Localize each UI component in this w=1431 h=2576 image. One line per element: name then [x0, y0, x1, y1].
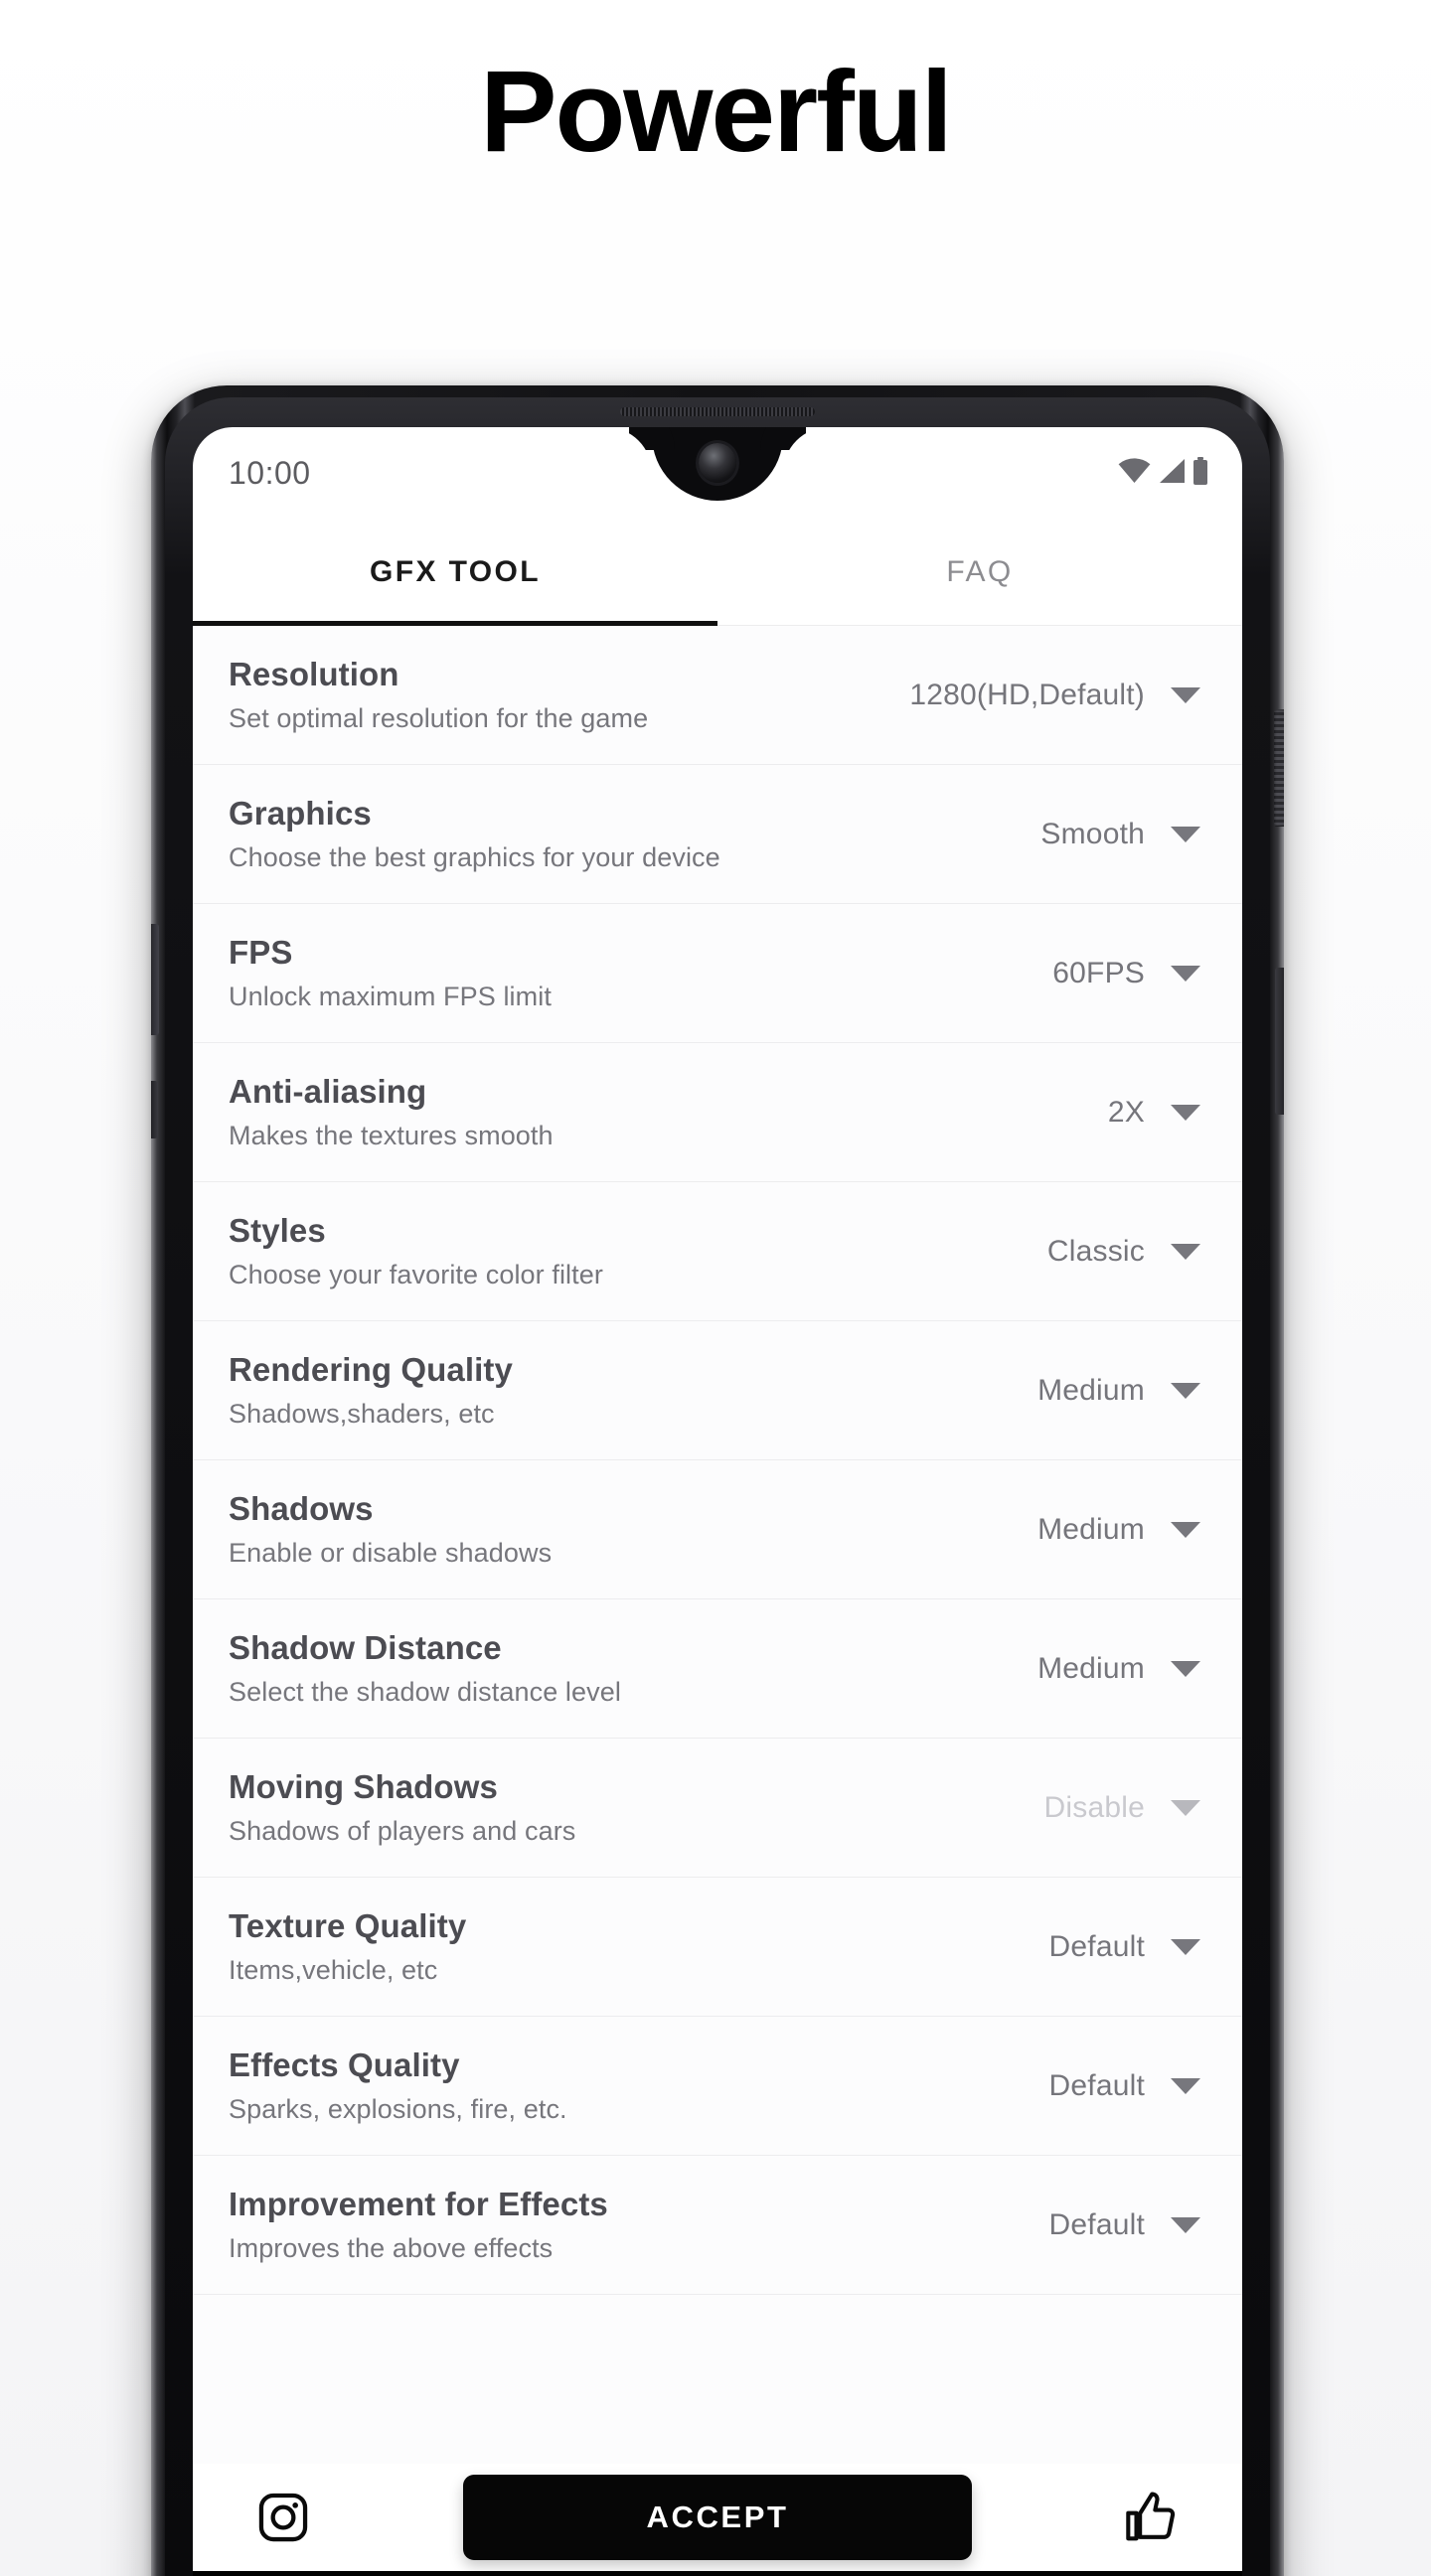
power-button[interactable]	[1274, 709, 1284, 827]
setting-subtitle: Improves the above effects	[229, 2232, 554, 2263]
setting-row-rendering-quality[interactable]: Rendering Quality Shadows,shaders, etc M…	[193, 1321, 1242, 1460]
setting-row-resolution[interactable]: Resolution Set optimal resolution for th…	[193, 626, 1242, 765]
setting-row-graphics[interactable]: Graphics Choose the best graphics for yo…	[193, 765, 1242, 904]
setting-value[interactable]: Medium	[1037, 1513, 1145, 1547]
wifi-icon	[1118, 457, 1151, 489]
setting-row-text: Rendering Quality Shadows,shaders, etc	[229, 1351, 1037, 1431]
sim-tray[interactable]	[151, 924, 159, 1035]
status-bar-icons	[1118, 456, 1208, 490]
setting-subtitle: Items,vehicle, etc	[229, 1954, 438, 1985]
setting-row-text: Resolution Set optimal resolution for th…	[229, 656, 909, 735]
status-bar-clock: 10:00	[229, 454, 311, 491]
setting-row-fps[interactable]: FPS Unlock maximum FPS limit 60FPS	[193, 904, 1242, 1043]
setting-subtitle: Sparks, explosions, fire, etc.	[229, 2093, 567, 2124]
setting-title: Moving Shadows	[229, 1767, 498, 1805]
setting-row-text: Effects Quality Sparks, explosions, fire…	[229, 2046, 1049, 2126]
setting-title: Anti-aliasing	[229, 1072, 427, 1110]
setting-title: Rendering Quality	[229, 1350, 513, 1388]
setting-value[interactable]: 2X	[1108, 1096, 1145, 1130]
chevron-down-icon[interactable]	[1171, 686, 1200, 703]
tab-faq-label: FAQ	[946, 554, 1014, 588]
phone-screen: 10:00 GFX TOOL FAQ Resolution Set optima…	[193, 427, 1242, 2576]
chevron-down-icon[interactable]	[1171, 1521, 1200, 1538]
setting-title: Effects Quality	[229, 2046, 460, 2083]
cellular-signal-icon	[1158, 458, 1186, 489]
chevron-down-icon[interactable]	[1171, 2077, 1200, 2094]
setting-subtitle: Set optimal resolution for the game	[229, 702, 649, 733]
setting-row-text: FPS Unlock maximum FPS limit	[229, 934, 1052, 1013]
setting-title: Texture Quality	[229, 1906, 467, 1944]
setting-subtitle: Makes the textures smooth	[229, 1120, 554, 1150]
phone-mockup: 10:00 GFX TOOL FAQ Resolution Set optima…	[151, 385, 1284, 2576]
setting-row-text: Shadows Enable or disable shadows	[229, 1490, 1037, 1570]
setting-value[interactable]: Disable	[1044, 1791, 1145, 1825]
tab-gfx-tool-label: GFX TOOL	[370, 554, 541, 588]
setting-row-text: Anti-aliasing Makes the textures smooth	[229, 1073, 1108, 1152]
earpiece-speaker-icon	[620, 407, 815, 416]
tab-bar[interactable]: GFX TOOL FAQ	[193, 519, 1242, 626]
setting-value[interactable]: 60FPS	[1052, 957, 1145, 990]
setting-row-text: Texture Quality Items,vehicle, etc	[229, 1907, 1049, 1987]
chevron-down-icon[interactable]	[1171, 965, 1200, 982]
setting-row-text: Improvement for Effects Improves the abo…	[229, 2186, 1049, 2265]
setting-value[interactable]: Classic	[1047, 1235, 1145, 1269]
android-nav-bar	[193, 2571, 1242, 2576]
tab-gfx-tool[interactable]: GFX TOOL	[193, 519, 717, 626]
setting-value[interactable]: 1280(HD,Default)	[909, 679, 1145, 712]
thumbs-up-icon[interactable]	[1117, 2483, 1187, 2552]
bottom-action-bar: ACCEPT	[193, 2464, 1242, 2571]
setting-row-effects-quality[interactable]: Effects Quality Sparks, explosions, fire…	[193, 2017, 1242, 2156]
instagram-icon[interactable]	[248, 2483, 318, 2552]
promo-screenshot: Powerful 10:00 GFX TOOL FAQ Resolution S…	[0, 0, 1431, 2576]
setting-row-texture-quality[interactable]: Texture Quality Items,vehicle, etc Defau…	[193, 1878, 1242, 2017]
setting-subtitle: Choose your favorite color filter	[229, 1259, 603, 1289]
setting-row-shadows[interactable]: Shadows Enable or disable shadows Medium	[193, 1460, 1242, 1599]
setting-row-anti-aliasing[interactable]: Anti-aliasing Makes the textures smooth …	[193, 1043, 1242, 1182]
chevron-down-icon[interactable]	[1171, 826, 1200, 842]
setting-value[interactable]: Default	[1049, 2069, 1145, 2103]
setting-row-text: Graphics Choose the best graphics for yo…	[229, 795, 1040, 874]
setting-row-text: Moving Shadows Shadows of players and ca…	[229, 1768, 1044, 1848]
assistant-button[interactable]	[151, 1081, 158, 1138]
setting-row-text: Shadow Distance Select the shadow distan…	[229, 1629, 1037, 1709]
chevron-down-icon[interactable]	[1171, 1938, 1200, 1955]
setting-value[interactable]: Medium	[1037, 1652, 1145, 1686]
setting-row-improvement-for-effects[interactable]: Improvement for Effects Improves the abo…	[193, 2156, 1242, 2295]
setting-subtitle: Select the shadow distance level	[229, 1676, 621, 1707]
setting-title: Shadows	[229, 1489, 374, 1527]
setting-row-text: Styles Choose your favorite color filter	[229, 1212, 1047, 1291]
setting-value[interactable]: Default	[1049, 1930, 1145, 1964]
battery-icon	[1192, 456, 1208, 490]
setting-title: Improvement for Effects	[229, 2185, 608, 2222]
setting-value[interactable]: Default	[1049, 2208, 1145, 2242]
setting-row-styles[interactable]: Styles Choose your favorite color filter…	[193, 1182, 1242, 1321]
setting-subtitle: Unlock maximum FPS limit	[229, 981, 552, 1011]
setting-row-shadow-distance[interactable]: Shadow Distance Select the shadow distan…	[193, 1599, 1242, 1739]
setting-value[interactable]: Medium	[1037, 1374, 1145, 1408]
accept-button[interactable]: ACCEPT	[463, 2475, 972, 2560]
tab-faq[interactable]: FAQ	[717, 519, 1242, 625]
volume-button[interactable]	[1275, 968, 1284, 1115]
setting-subtitle: Shadows,shaders, etc	[229, 1398, 495, 1429]
page-title: Powerful	[480, 47, 953, 176]
setting-title: FPS	[229, 933, 293, 971]
chevron-down-icon[interactable]	[1171, 1104, 1200, 1121]
setting-subtitle: Choose the best graphics for your device	[229, 841, 720, 872]
setting-title: Graphics	[229, 794, 372, 832]
setting-title: Shadow Distance	[229, 1628, 502, 1666]
front-camera-icon	[699, 443, 736, 483]
setting-subtitle: Shadows of players and cars	[229, 1815, 576, 1846]
setting-title: Resolution	[229, 655, 399, 692]
setting-subtitle: Enable or disable shadows	[229, 1537, 553, 1568]
chevron-down-icon[interactable]	[1171, 2216, 1200, 2233]
setting-row-moving-shadows[interactable]: Moving Shadows Shadows of players and ca…	[193, 1739, 1242, 1878]
chevron-down-icon[interactable]	[1171, 1660, 1200, 1677]
chevron-down-icon[interactable]	[1171, 1243, 1200, 1260]
chevron-down-icon[interactable]	[1171, 1382, 1200, 1399]
setting-value[interactable]: Smooth	[1040, 818, 1145, 851]
settings-list[interactable]: Resolution Set optimal resolution for th…	[193, 626, 1242, 2464]
chevron-down-icon[interactable]	[1171, 1799, 1200, 1816]
setting-title: Styles	[229, 1211, 326, 1249]
